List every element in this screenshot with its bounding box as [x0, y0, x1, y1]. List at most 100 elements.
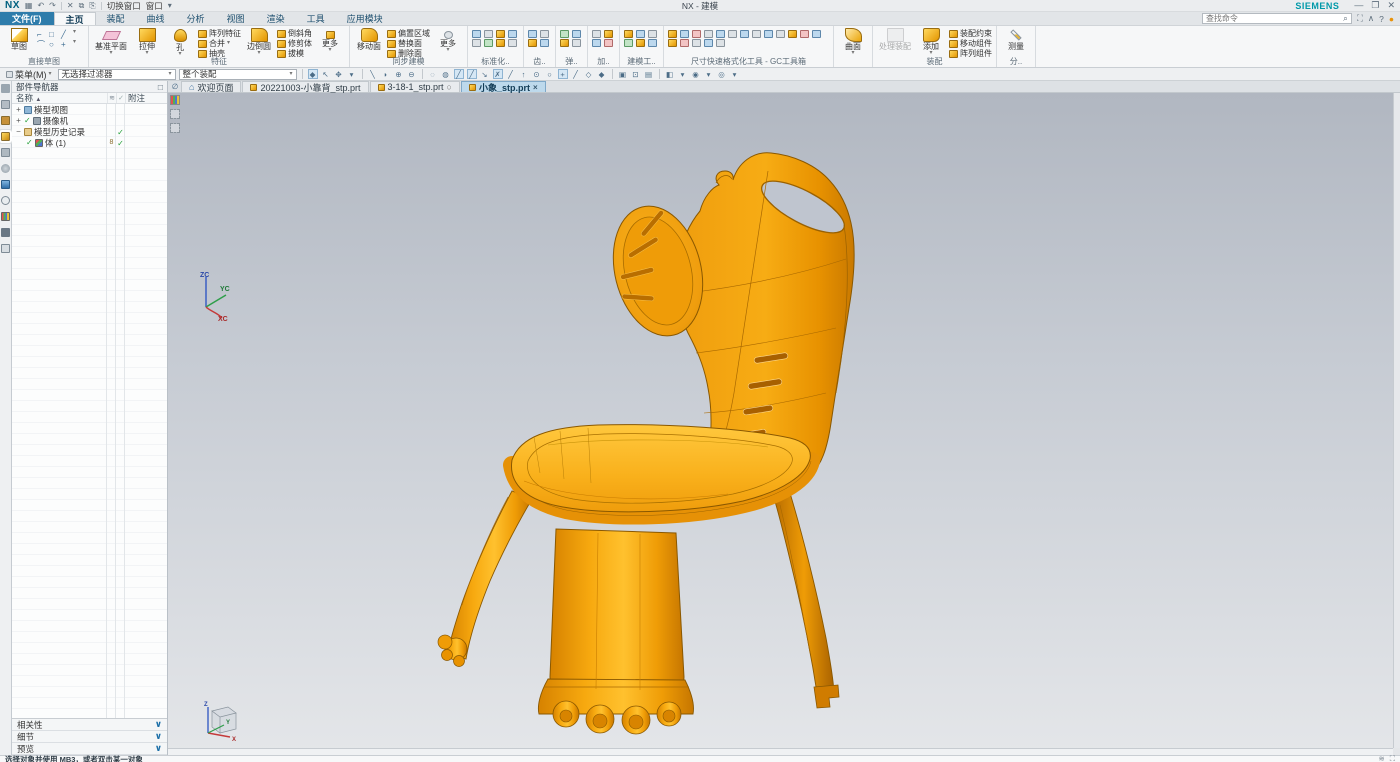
- gc-tool-icon[interactable]: [740, 30, 749, 38]
- view-fit-icon[interactable]: ⊡: [631, 69, 641, 79]
- hole-button[interactable]: 孔▾: [165, 28, 195, 57]
- dropdown-icon[interactable]: ▾: [704, 69, 714, 79]
- selection-filter-combo[interactable]: 无选择过滤器▾: [58, 69, 176, 80]
- status-note-icon[interactable]: ≋: [1378, 754, 1384, 762]
- machining-tool-icon[interactable]: [604, 30, 613, 38]
- gc-tool-icon[interactable]: [668, 30, 677, 38]
- select-tool-icon[interactable]: ↖: [321, 69, 331, 79]
- status-expand-icon[interactable]: ⛶: [1390, 754, 1395, 762]
- point-circle-icon[interactable]: ○: [545, 69, 555, 79]
- snap-mid-icon[interactable]: ◗: [381, 69, 391, 79]
- rectangle-icon[interactable]: □: [49, 30, 60, 39]
- gear-tool-icon[interactable]: [528, 30, 537, 38]
- measure-button[interactable]: 测量: [1001, 28, 1031, 51]
- feature-more-button[interactable]: 更多▾: [315, 28, 345, 53]
- gc-tool-icon[interactable]: [704, 30, 713, 38]
- dropdown-icon[interactable]: ▾: [168, 1, 172, 11]
- gc-tool-icon[interactable]: [764, 30, 773, 38]
- chair-3d-model[interactable]: [168, 93, 1400, 755]
- standardize-tool-icon[interactable]: [472, 30, 481, 38]
- spring-tool-icon[interactable]: [560, 30, 569, 38]
- history-icon[interactable]: [1, 196, 10, 205]
- machining-tool-icon[interactable]: [592, 39, 601, 47]
- profile-icon[interactable]: ⌐: [37, 30, 48, 39]
- gc-tool-icon[interactable]: [704, 39, 713, 47]
- help-icon[interactable]: ?: [1379, 14, 1384, 24]
- move-component-button[interactable]: 移动组件: [949, 39, 992, 48]
- restore-button[interactable]: ❐: [1371, 0, 1379, 11]
- chamfer-button[interactable]: 倒斜角: [277, 29, 312, 38]
- gear-tool-icon[interactable]: [528, 39, 537, 47]
- gc-tool-icon[interactable]: [812, 30, 821, 38]
- point-tool-icon[interactable]: ◌: [428, 69, 438, 79]
- part-navigator-icon[interactable]: [1, 116, 10, 125]
- undock-icon[interactable]: □: [158, 82, 163, 92]
- view-cube-triad[interactable]: Z X Y: [198, 699, 240, 741]
- edge-blend-button[interactable]: 边倒圆▾: [244, 28, 274, 56]
- section-dependencies[interactable]: 相关性 ∨: [12, 719, 167, 731]
- shaded-icon[interactable]: ◉: [691, 69, 701, 79]
- vertical-scrollbar[interactable]: [1393, 93, 1400, 748]
- surface-button[interactable]: 曲面▾: [838, 28, 868, 56]
- graphics-viewport[interactable]: ZC YC XC Z X Y: [168, 93, 1400, 755]
- minimize-ribbon-icon[interactable]: ∧: [1368, 13, 1374, 24]
- wcs-triad[interactable]: ZC YC XC: [196, 271, 240, 321]
- navigator-column-headers[interactable]: 名称 ▲ ≋ ✓ 附注: [12, 93, 167, 104]
- part-navigator-selected-icon[interactable]: [1, 132, 10, 141]
- standardize-tool-icon[interactable]: [496, 39, 505, 47]
- snap-options-icon[interactable]: ▾: [347, 69, 357, 79]
- dropdown-icon[interactable]: ▾: [73, 30, 84, 39]
- tree-row-body[interactable]: ✓ 体 (1) 8 ✓: [12, 137, 167, 148]
- arc-center-icon[interactable]: ╱: [506, 69, 516, 79]
- sketch-button[interactable]: 草图: [4, 28, 34, 51]
- tab-view[interactable]: 视图: [216, 12, 256, 25]
- bounded-point-icon[interactable]: ◆: [597, 69, 607, 79]
- cut-icon[interactable]: ✕: [67, 1, 74, 11]
- glasses-icon[interactable]: ∅: [170, 81, 180, 92]
- tab-tools[interactable]: 工具: [296, 12, 336, 25]
- copy-icon[interactable]: ⧉: [79, 1, 85, 11]
- close-tab-icon[interactable]: ×: [533, 83, 538, 92]
- gc-tool-icon[interactable]: [680, 30, 689, 38]
- render-style-icon[interactable]: ◧: [665, 69, 675, 79]
- unite-button[interactable]: 合并▾: [198, 39, 241, 48]
- gc-tool-icon[interactable]: [680, 39, 689, 47]
- process-studio-icon[interactable]: [1, 212, 10, 221]
- machining-tool-icon[interactable]: [592, 30, 601, 38]
- gc-tool-icon[interactable]: [728, 30, 737, 38]
- tab-part1[interactable]: 20221003-小靠背_stp.prt: [242, 81, 368, 92]
- fullscreen-icon[interactable]: ⛶: [1357, 13, 1363, 24]
- menu-button[interactable]: 菜单(M)▾: [3, 68, 55, 81]
- gc-tool-icon[interactable]: [716, 30, 725, 38]
- machining-tool-icon[interactable]: [604, 39, 613, 47]
- tab-welcome[interactable]: ⌂ 欢迎页面: [181, 81, 241, 92]
- tree-row-cameras[interactable]: + ✓ 摄像机: [12, 115, 167, 126]
- minimize-button[interactable]: —: [1354, 0, 1363, 11]
- gear-tool-icon[interactable]: [540, 39, 549, 47]
- assembly-navigator-icon[interactable]: [1, 84, 10, 93]
- section-details[interactable]: 细节 ∨: [12, 731, 167, 743]
- point-icon[interactable]: +: [61, 40, 72, 49]
- window-menu-button[interactable]: 窗口: [146, 0, 163, 12]
- zoom-out-icon[interactable]: ⊖: [407, 69, 417, 79]
- standardize-tool-icon[interactable]: [508, 30, 517, 38]
- modeling-tool-icon[interactable]: [648, 39, 657, 47]
- dropdown-icon[interactable]: ▾: [730, 69, 740, 79]
- gc-tool-icon[interactable]: [800, 30, 809, 38]
- snap-point-icon[interactable]: ✥: [334, 69, 344, 79]
- view-orient-icon[interactable]: ▤: [644, 69, 654, 79]
- modeling-tool-icon[interactable]: [636, 30, 645, 38]
- modeling-tool-icon[interactable]: [636, 39, 645, 47]
- point-on-curve-icon[interactable]: ◍: [441, 69, 451, 79]
- tab-part3-active[interactable]: 小象_stp.prt ×: [461, 81, 546, 92]
- circle-icon[interactable]: ○: [49, 40, 60, 49]
- tab-app-modules[interactable]: 应用模块: [336, 12, 394, 25]
- move-face-button[interactable]: 移动面: [354, 28, 384, 51]
- palette-icon[interactable]: [170, 95, 180, 105]
- datum-plane-button[interactable]: 基准平面▾: [93, 28, 129, 56]
- window-border2-icon[interactable]: [170, 123, 180, 133]
- tab-home[interactable]: 主页: [54, 12, 96, 25]
- file-menu-button[interactable]: 文件(F): [0, 12, 54, 25]
- spring-tool-icon[interactable]: [572, 30, 581, 38]
- highlight-related-icon[interactable]: ◆: [308, 69, 318, 79]
